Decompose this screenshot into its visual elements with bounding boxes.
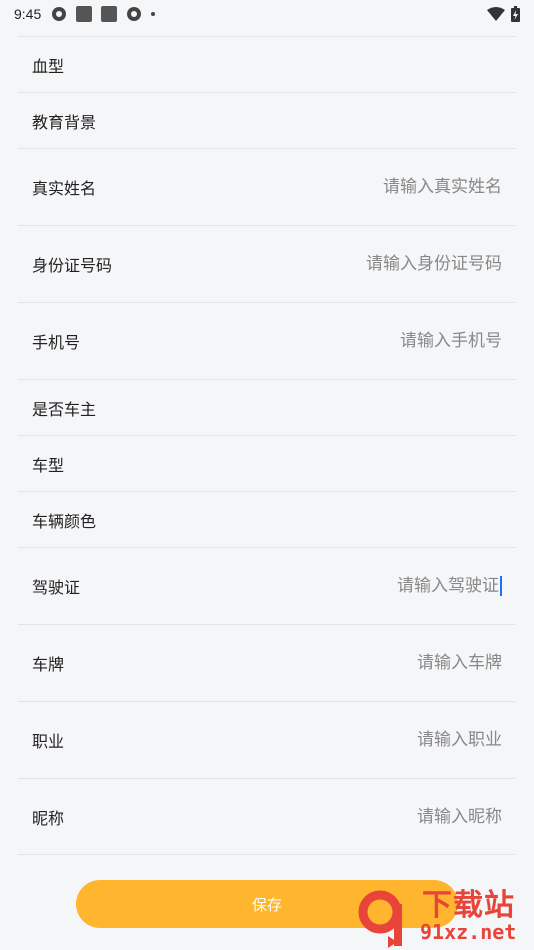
battery-icon bbox=[511, 6, 520, 22]
plate-input[interactable] bbox=[242, 653, 502, 673]
watermark-title: 下载站 bbox=[422, 888, 515, 923]
form-row-occupation: 职业 bbox=[18, 701, 516, 778]
row-label: 手机号 bbox=[32, 333, 81, 352]
form-row-education[interactable]: 教育背景 bbox=[18, 92, 516, 148]
form-row-phone: 手机号 bbox=[18, 302, 516, 379]
watermark-logo-icon bbox=[358, 890, 402, 948]
more-notifications-icon bbox=[151, 12, 156, 16]
profile-form: 血型 教育背景 真实姓名 身份证号码 手机号 是否车主 车型 车辆颜色 驾驶证 … bbox=[18, 36, 516, 855]
form-row-car-owner[interactable]: 是否车主 bbox=[18, 379, 516, 435]
app-notification-icon bbox=[101, 6, 118, 22]
form-row-nickname: 昵称 bbox=[18, 778, 516, 855]
driver-license-input[interactable] bbox=[242, 576, 502, 596]
row-label: 教育背景 bbox=[32, 112, 97, 132]
form-row-driver-license: 驾驶证 bbox=[18, 547, 516, 624]
row-label: 真实姓名 bbox=[32, 179, 97, 198]
row-label: 是否车主 bbox=[32, 399, 97, 419]
status-right bbox=[487, 6, 520, 22]
occupation-input[interactable] bbox=[242, 730, 502, 750]
status-time: 9:45 bbox=[14, 6, 42, 22]
form-row-car-color[interactable]: 车辆颜色 bbox=[18, 491, 516, 547]
status-bar: 9:45 bbox=[0, 0, 534, 28]
id-number-input[interactable] bbox=[242, 254, 502, 274]
form-row-blood-type[interactable]: 血型 bbox=[18, 36, 516, 92]
row-label: 车型 bbox=[32, 455, 65, 475]
form-row-id-number: 身份证号码 bbox=[18, 225, 516, 302]
app-notification-icon bbox=[127, 7, 142, 21]
row-label: 驾驶证 bbox=[32, 578, 81, 597]
form-row-car-model[interactable]: 车型 bbox=[18, 435, 516, 491]
form-row-real-name: 真实姓名 bbox=[18, 148, 516, 225]
nickname-input[interactable] bbox=[242, 806, 502, 827]
app-notification-icon bbox=[52, 7, 67, 21]
app-notification-icon bbox=[76, 6, 93, 22]
form-row-plate: 车牌 bbox=[18, 624, 516, 701]
row-label: 身份证号码 bbox=[32, 256, 113, 275]
real-name-input[interactable] bbox=[242, 177, 502, 197]
phone-input[interactable] bbox=[242, 331, 502, 351]
row-label: 车牌 bbox=[32, 655, 65, 674]
row-label: 车辆颜色 bbox=[32, 511, 97, 531]
row-label: 昵称 bbox=[32, 808, 65, 828]
watermark-url: 91xz.net bbox=[420, 920, 517, 944]
row-label: 血型 bbox=[32, 56, 65, 76]
wifi-icon bbox=[487, 7, 505, 21]
row-label: 职业 bbox=[32, 732, 65, 751]
watermark: 下载站 91xz.net bbox=[358, 878, 530, 950]
